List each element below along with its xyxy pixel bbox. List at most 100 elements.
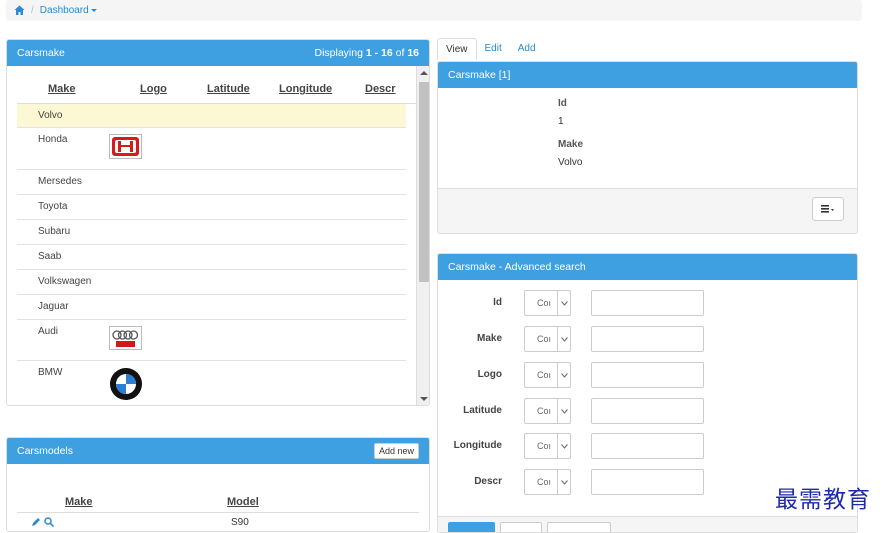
- search-input-logo[interactable]: [591, 362, 704, 388]
- breadcrumb: / Dashboard: [6, 0, 862, 21]
- operator-select[interactable]: Coı: [524, 433, 571, 459]
- table-row[interactable]: Mersedes: [17, 170, 406, 195]
- carsmake-grid-title: Carsmake: [17, 47, 65, 59]
- record-tabs: View Edit Add: [437, 38, 544, 60]
- search-row-logo: Logo Coı: [438, 362, 857, 388]
- record-view-title: Carsmake [1]: [448, 69, 511, 81]
- clear-button[interactable]: [547, 522, 611, 532]
- search-row-longitude: Longitude Coı: [438, 433, 857, 459]
- table-row[interactable]: Audi: [17, 320, 406, 361]
- field-value-make: Volvo: [558, 157, 583, 168]
- advanced-search-header: Carsmake - Advanced search: [438, 254, 857, 280]
- search-label-longitude: Longitude: [453, 440, 502, 451]
- cell-make: Saab: [38, 251, 62, 262]
- operator-select[interactable]: Coı: [524, 326, 571, 352]
- menu-icon: [821, 205, 834, 213]
- cell-model: S90: [231, 517, 249, 528]
- table-row[interactable]: Volkswagen: [17, 270, 406, 295]
- field-label-id: Id: [558, 98, 567, 109]
- honda-logo: [109, 128, 169, 169]
- table-row[interactable]: Saab: [17, 245, 406, 270]
- carsmake-grid-body: Make Logo Latitude Longitude Descr Volvo…: [7, 66, 416, 405]
- chevron-down-icon: [557, 470, 570, 494]
- operator-select[interactable]: Coı: [524, 398, 571, 424]
- tab-view[interactable]: View: [437, 38, 477, 60]
- cell-make: Subaru: [38, 226, 71, 237]
- chevron-down-icon: [557, 363, 570, 387]
- table-row[interactable]: Volvo: [17, 104, 406, 128]
- chevron-down-icon: [557, 434, 570, 458]
- operator-select[interactable]: Coı: [524, 469, 571, 495]
- bmw-logo: [109, 361, 169, 405]
- home-icon[interactable]: [14, 5, 25, 16]
- record-view-panel: Carsmake [1] Id 1 Make Volvo: [437, 61, 858, 234]
- column-header-descr[interactable]: Descr: [365, 83, 405, 95]
- field-value-id: 1: [558, 116, 564, 127]
- chevron-down-icon: [557, 399, 570, 423]
- add-new-button[interactable]: Add new: [373, 443, 419, 459]
- search-label-id: Id: [493, 297, 502, 308]
- search-label-make: Make: [476, 333, 502, 344]
- row-actions: [31, 517, 231, 528]
- grid-scrollbar[interactable]: [416, 66, 429, 405]
- cell-make: Audi: [38, 326, 59, 337]
- search-label-logo: Logo: [477, 369, 502, 380]
- search-button[interactable]: [448, 522, 495, 532]
- search-row-latitude: Latitude Coı: [438, 398, 857, 424]
- cell-make: Mersedes: [38, 176, 82, 187]
- cell-make: Volkswagen: [38, 276, 92, 287]
- column-header-logo[interactable]: Logo: [140, 83, 207, 95]
- table-row[interactable]: Honda: [17, 128, 406, 170]
- record-view-footer: [438, 188, 857, 233]
- reset-button[interactable]: [500, 522, 542, 532]
- table-row[interactable]: Toyota: [17, 195, 406, 220]
- chevron-down-icon: [557, 291, 570, 315]
- chevron-down-icon: [557, 327, 570, 351]
- advanced-search-title: Carsmake - Advanced search: [448, 261, 586, 273]
- search-row-id: Id Coı: [438, 290, 857, 316]
- cell-make: Jaguar: [38, 301, 69, 312]
- audi-logo: [109, 320, 169, 360]
- table-row[interactable]: Jaguar: [17, 295, 406, 320]
- column-header-make[interactable]: Make: [65, 496, 227, 508]
- record-view-header: Carsmake [1]: [438, 62, 857, 88]
- column-header-latitude[interactable]: Latitude: [207, 83, 279, 95]
- column-header-make[interactable]: Make: [48, 83, 140, 95]
- actions-menu-button[interactable]: [812, 197, 844, 221]
- advanced-search-footer: [438, 516, 857, 532]
- search-label-descr: Descr: [474, 476, 502, 487]
- table-row[interactable]: Subaru: [17, 220, 406, 245]
- scroll-down-icon[interactable]: [420, 397, 428, 401]
- table-row[interactable]: BMW: [17, 361, 406, 405]
- carsmodels-panel: Carsmodels Add new Make Model S90: [6, 437, 430, 532]
- cell-make: Volvo: [38, 110, 63, 121]
- pagination-summary: Displaying 1 - 16 of 16: [314, 47, 420, 59]
- carsmodels-table-header: Make Model: [17, 464, 419, 513]
- caret-down-icon: [90, 8, 97, 12]
- cell-make: Toyota: [38, 201, 68, 212]
- search-row-make: Make Coı: [438, 326, 857, 352]
- field-label-make: Make: [558, 139, 584, 150]
- carsmake-grid-header: Carsmake Displaying 1 - 16 of 16: [7, 40, 429, 66]
- tab-edit[interactable]: Edit: [477, 38, 510, 60]
- search-input-longitude[interactable]: [591, 433, 704, 459]
- scroll-thumb[interactable]: [419, 82, 429, 282]
- carsmake-table-header: Make Logo Latitude Longitude Descr: [17, 66, 416, 104]
- operator-select[interactable]: Coı: [524, 290, 571, 316]
- breadcrumb-separator: /: [31, 5, 34, 16]
- carsmodels-title: Carsmodels: [17, 445, 74, 457]
- scroll-up-icon[interactable]: [420, 71, 428, 75]
- column-header-longitude[interactable]: Longitude: [279, 83, 365, 95]
- carsmodels-header: Carsmodels Add new: [7, 438, 429, 464]
- tab-add[interactable]: Add: [510, 38, 544, 60]
- cell-make: BMW: [38, 367, 63, 378]
- operator-select[interactable]: Coı: [524, 362, 571, 388]
- search-input-make[interactable]: [591, 326, 704, 352]
- breadcrumb-dashboard[interactable]: Dashboard: [40, 5, 97, 16]
- search-label-latitude: Latitude: [463, 405, 502, 416]
- search-input-id[interactable]: [591, 290, 704, 316]
- search-input-latitude[interactable]: [591, 398, 704, 424]
- carsmake-grid-panel: Carsmake Displaying 1 - 16 of 16 Make Lo…: [6, 39, 430, 406]
- column-header-model[interactable]: Model: [227, 496, 259, 508]
- search-input-descr[interactable]: [591, 469, 704, 495]
